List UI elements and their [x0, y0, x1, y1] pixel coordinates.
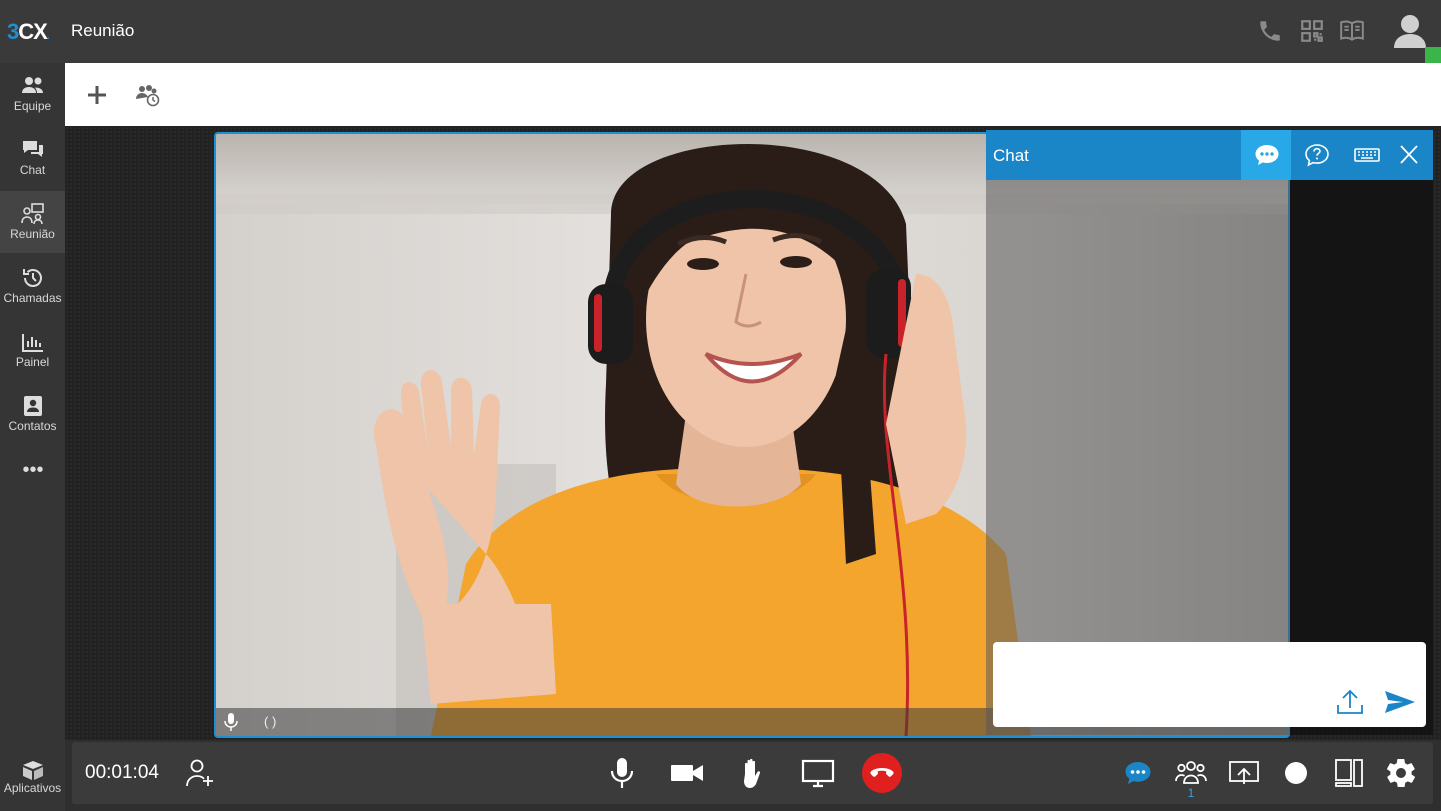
presence-indicator: [1425, 47, 1441, 63]
sidebar-item-reuniao[interactable]: Reunião: [0, 191, 65, 253]
sidebar-item-contatos[interactable]: Contatos: [0, 383, 65, 445]
help-button[interactable]: [1291, 130, 1341, 180]
user-avatar-icon[interactable]: [1391, 12, 1429, 52]
keyboard-icon: [1354, 148, 1380, 162]
settings-icon[interactable]: [1384, 756, 1418, 790]
chat-bubble-icon: [1255, 145, 1279, 165]
chat-panel: Chat: [986, 130, 1433, 735]
microphone-icon: [224, 713, 238, 731]
more-icon[interactable]: •••: [20, 460, 46, 485]
dashboard-icon: [21, 331, 45, 353]
send-icon[interactable]: [1383, 688, 1417, 716]
chat-message-input[interactable]: [1003, 650, 1327, 684]
microphone-icon[interactable]: [605, 756, 639, 790]
scheduled-meeting-icon[interactable]: [134, 81, 162, 109]
record-icon[interactable]: [1279, 756, 1313, 790]
chat-icon: [21, 139, 45, 161]
team-icon: [21, 75, 45, 97]
help-icon: [1305, 144, 1329, 167]
qr-code-icon[interactable]: [1299, 18, 1325, 44]
chat-header: Chat: [986, 130, 1433, 180]
close-icon: [1400, 145, 1418, 164]
chat-tab-button[interactable]: [1241, 130, 1291, 180]
call-timer: 00:01:04: [85, 762, 159, 783]
meeting-icon: [21, 203, 45, 225]
present-icon[interactable]: [1227, 756, 1261, 790]
close-chat-button[interactable]: [1383, 130, 1433, 180]
add-icon[interactable]: [83, 81, 111, 109]
raise-hand-icon[interactable]: [736, 756, 770, 790]
call-control-bar: 00:01:04 1: [72, 742, 1433, 804]
hangup-button[interactable]: [862, 753, 902, 793]
page-title: Reunião: [71, 21, 135, 40]
top-bar: 3CX. Reunião: [0, 0, 1441, 64]
chat-toggle-icon[interactable]: [1121, 756, 1155, 790]
sidebar-item-chat[interactable]: Chat: [0, 127, 65, 189]
contacts-icon: [21, 395, 45, 417]
screen-share-icon[interactable]: [801, 756, 835, 790]
history-icon: [21, 267, 45, 289]
sidebar-item-painel[interactable]: Painel: [0, 319, 65, 381]
sidebar-item-equipe[interactable]: Equipe: [0, 63, 65, 125]
upload-icon[interactable]: [1335, 688, 1365, 716]
participants-count: 1: [1187, 786, 1195, 800]
sidebar-item-chamadas[interactable]: Chamadas: [0, 255, 65, 317]
participant-name: ( ): [264, 714, 277, 729]
meeting-toolbar: [65, 63, 1441, 126]
participants-icon[interactable]: [1174, 756, 1208, 790]
sidebar: Equipe Chat Reunião Chamadas Painel Cont…: [0, 63, 65, 811]
layout-icon[interactable]: [1332, 756, 1366, 790]
chat-input-box: [993, 642, 1426, 727]
book-icon[interactable]: [1339, 18, 1365, 44]
sidebar-item-aplicativos[interactable]: Aplicativos: [0, 751, 65, 811]
hangup-icon: [870, 768, 894, 777]
logo: 3CX.: [7, 19, 49, 44]
camera-icon[interactable]: [670, 756, 704, 790]
add-participant-icon[interactable]: [184, 756, 218, 790]
apps-box-icon: [21, 759, 45, 781]
chat-title: Chat: [993, 146, 1029, 165]
phone-icon[interactable]: [1257, 18, 1283, 44]
